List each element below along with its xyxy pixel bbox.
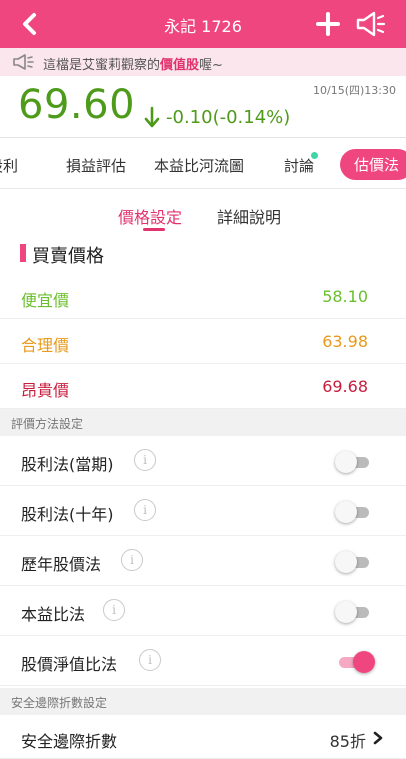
tab-profit-loss[interactable]: 損益評估 bbox=[66, 155, 126, 176]
cheap-price-row: 便宜價 58.10 bbox=[0, 274, 406, 319]
methods-header-text: 評價方法設定 bbox=[11, 417, 84, 431]
safety-margin-value: 85折 bbox=[329, 732, 366, 751]
toggle-knob bbox=[335, 501, 357, 523]
expensive-price-value: 69.68 bbox=[322, 377, 368, 396]
notice-text: 這檔是艾蜜莉觀察的價值股喔~ bbox=[43, 54, 223, 73]
method-toggle[interactable] bbox=[335, 651, 375, 673]
megaphone-small-icon bbox=[13, 54, 34, 70]
method-label: 股利法(十年) bbox=[21, 505, 114, 524]
margin-header-text: 安全邊際折數設定 bbox=[11, 696, 108, 710]
method-row: 股價淨值比法 i bbox=[0, 636, 406, 686]
method-toggle[interactable] bbox=[335, 551, 373, 573]
new-dot-badge bbox=[311, 152, 319, 159]
method-toggle[interactable] bbox=[335, 501, 373, 523]
quote-panel: 69.60 -0.10(-0.14%) 10/15(四)13:30 bbox=[0, 76, 406, 138]
cheap-price-label: 便宜價 bbox=[21, 291, 70, 310]
fair-price-label: 合理價 bbox=[21, 336, 70, 355]
subtab-underline bbox=[143, 228, 165, 231]
feature-tabs: 股利 損益評估 本益比河流圖 討論 估價法 bbox=[0, 139, 406, 189]
method-row: 股利法(當期) i bbox=[0, 436, 406, 486]
safety-margin-label: 安全邊際折數 bbox=[21, 732, 118, 751]
fair-price-value: 63.98 bbox=[322, 332, 368, 351]
sub-tabs: 價格設定 詳細說明 bbox=[0, 190, 406, 232]
toggle-knob bbox=[335, 451, 357, 473]
subtab-price-setting[interactable]: 價格設定 bbox=[118, 204, 182, 228]
info-icon[interactable]: i bbox=[139, 649, 161, 671]
toggle-knob bbox=[335, 551, 357, 573]
price-change: -0.10(-0.14%) bbox=[166, 107, 291, 128]
expensive-price-label: 昂貴價 bbox=[21, 381, 70, 400]
quote-time: 10/15(四)13:30 bbox=[313, 84, 396, 97]
info-icon[interactable]: i bbox=[134, 449, 156, 471]
method-row: 股利法(十年) i bbox=[0, 486, 406, 536]
notice-text-suffix: 喔~ bbox=[199, 58, 223, 73]
tab-dividend[interactable]: 股利 bbox=[0, 155, 18, 176]
toggle-knob bbox=[353, 651, 375, 673]
methods-header: 評價方法設定 bbox=[0, 409, 406, 436]
current-price: 69.60 bbox=[18, 82, 136, 128]
tab-pe-river[interactable]: 本益比河流圖 bbox=[154, 155, 244, 176]
method-label: 股價淨值比法 bbox=[21, 655, 118, 674]
expensive-price-row: 昂貴價 69.68 bbox=[0, 364, 406, 409]
method-row: 歷年股價法 i bbox=[0, 536, 406, 586]
method-row: 本益比法 i bbox=[0, 586, 406, 636]
tab-discussion[interactable]: 討論 bbox=[284, 152, 319, 176]
add-icon[interactable] bbox=[314, 10, 342, 38]
chevron-right-icon bbox=[373, 731, 383, 745]
page-title: 永記 1726 bbox=[164, 17, 242, 36]
info-icon[interactable]: i bbox=[134, 499, 156, 521]
section-marker bbox=[20, 244, 26, 262]
subtab-detail[interactable]: 詳細說明 bbox=[217, 204, 281, 228]
tab-discussion-label: 討論 bbox=[284, 157, 315, 175]
section-title-text: 買賣價格 bbox=[32, 246, 104, 267]
safety-margin-row[interactable]: 安全邊際折數 85折 bbox=[0, 715, 406, 759]
method-toggle[interactable] bbox=[335, 451, 373, 473]
method-label: 歷年股價法 bbox=[21, 555, 102, 574]
method-toggle[interactable] bbox=[335, 601, 373, 623]
info-icon[interactable]: i bbox=[103, 599, 125, 621]
method-label: 本益比法 bbox=[21, 605, 86, 624]
notice-text-prefix: 這檔是艾蜜莉觀察的 bbox=[43, 58, 161, 73]
info-icon[interactable]: i bbox=[121, 549, 143, 571]
method-label: 股利法(當期) bbox=[21, 455, 114, 474]
notice-highlight[interactable]: 價值股 bbox=[160, 58, 199, 73]
fair-price-row: 合理價 63.98 bbox=[0, 319, 406, 364]
toggle-knob bbox=[335, 601, 357, 623]
cheap-price-value: 58.10 bbox=[322, 287, 368, 306]
down-arrow-icon bbox=[144, 106, 160, 128]
tab-valuation[interactable]: 估價法 bbox=[340, 149, 406, 180]
megaphone-icon[interactable] bbox=[354, 9, 386, 39]
notice-banner: 這檔是艾蜜莉觀察的價值股喔~ bbox=[0, 48, 406, 76]
margin-header: 安全邊際折數設定 bbox=[0, 688, 406, 715]
top-bar: 永記 1726 bbox=[0, 0, 406, 48]
